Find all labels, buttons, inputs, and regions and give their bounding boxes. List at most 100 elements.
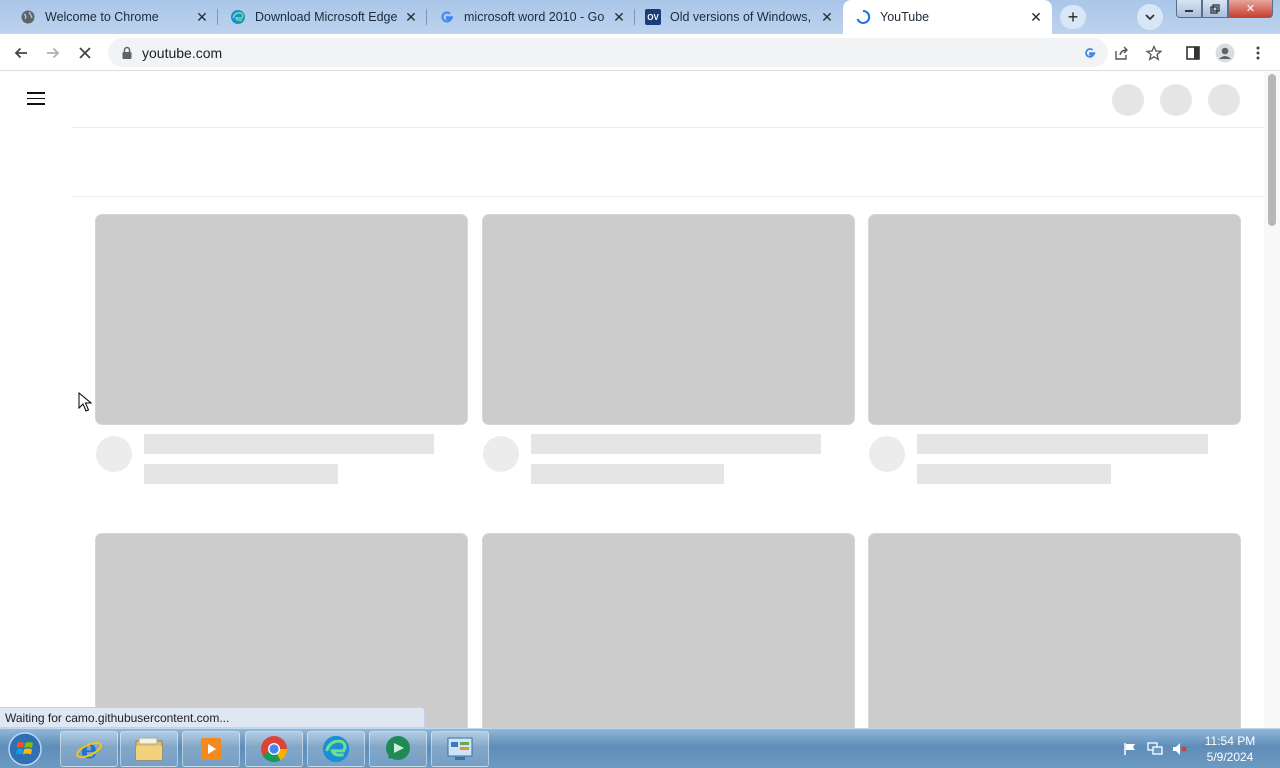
windows-start-icon [8,732,42,766]
avatar-icon [1215,43,1235,63]
tab-title: YouTube [880,10,930,24]
more-vert-icon [1256,46,1260,60]
menu-icon[interactable] [24,88,48,108]
bookmark-button[interactable] [1141,40,1167,66]
back-button[interactable] [8,40,34,66]
stop-loading-button[interactable] [72,40,98,66]
google-icon [439,9,455,25]
scrollbar-thumb[interactable] [1268,74,1276,226]
channel-avatar-placeholder [96,436,132,472]
tab-title: Welcome to Chrome [45,10,159,24]
taskbar-edge[interactable] [307,731,365,767]
placeholder-icon-1 [1112,84,1144,116]
video-thumbnail-placeholder [483,215,854,424]
tab-search-button[interactable] [1137,4,1163,30]
ov-icon: OV [645,9,661,25]
tab-youtube[interactable]: YouTube ✕ [843,0,1052,34]
close-window-button[interactable]: ✕ [1228,0,1273,18]
close-tab-icon[interactable]: ✕ [403,9,419,25]
minimize-button[interactable] [1176,0,1202,18]
new-tab-button[interactable]: + [1060,5,1086,29]
clock-time: 11:54 PM [1204,734,1256,748]
status-bubble: Waiting for camo.githubusercontent.com..… [0,707,425,728]
chevron-down-icon [1145,14,1155,21]
meta-placeholder [144,464,338,484]
youtube-page [0,72,1280,728]
screen-recorder-icon [386,736,410,760]
taskbar-file-explorer[interactable] [120,731,178,767]
volume-muted-icon[interactable] [1172,741,1188,757]
taskbar-clock[interactable]: 11:54 PM 5/9/2024 [1198,733,1262,765]
video-thumbnail-placeholder [869,534,1240,728]
internet-explorer-icon: e [76,735,102,764]
edge-icon [322,735,350,763]
chrome-icon [261,736,288,763]
close-icon: ✕ [1245,3,1256,15]
svg-text:e: e [81,735,98,764]
side-panel-button[interactable] [1180,40,1206,66]
windows-taskbar: e 11:54 PM 5/9/2024 [0,728,1280,768]
lock-icon[interactable] [120,46,134,60]
chrome-menu-button[interactable] [1245,40,1271,66]
mouse-cursor-icon [78,392,92,412]
tab-strip: Welcome to Chrome ✕ Download Microsoft E… [0,0,1280,34]
tab-old-versions-of-windows[interactable]: OV Old versions of Windows, S ✕ [635,0,843,34]
control-panel-icon [447,737,473,760]
placeholder-icon-2 [1160,84,1192,116]
tab-title: Old versions of Windows, S [670,10,813,24]
meta-placeholder [531,464,724,484]
tab-microsoft-word-2010[interactable]: microsoft word 2010 - Goo ✕ [427,0,635,34]
video-thumbnail-placeholder [96,215,467,424]
side-panel-icon [1186,46,1200,60]
arrow-right-icon [47,47,60,59]
title-placeholder [144,434,434,454]
tab-title: microsoft word 2010 - Goo [464,10,605,24]
close-icon [79,47,91,59]
close-tab-icon[interactable]: ✕ [1028,9,1044,25]
network-icon[interactable] [1147,741,1163,757]
google-icon [1085,48,1096,58]
minimize-icon [1185,9,1193,12]
loading-spinner-icon [855,9,871,25]
plus-icon: + [1067,6,1079,27]
taskbar-media-player[interactable] [182,731,240,767]
clock-date: 5/9/2024 [1206,750,1254,764]
taskbar-chrome[interactable] [245,731,303,767]
forward-button[interactable] [40,40,66,66]
url-text: youtube.com [142,44,223,61]
share-button[interactable] [1109,40,1135,66]
profile-button[interactable] [1212,40,1238,66]
tab-welcome-to-chrome[interactable]: Welcome to Chrome ✕ [0,0,218,34]
browser-toolbar: youtube.com [0,34,1280,71]
title-placeholder [917,434,1208,454]
title-placeholder [531,434,821,454]
video-thumbnail-placeholder [483,534,854,728]
action-center-flag-icon[interactable] [1122,741,1138,757]
google-lens-button[interactable] [1077,40,1103,66]
channel-avatar-placeholder [483,436,519,472]
meta-placeholder [917,464,1111,484]
globe-icon [20,9,36,25]
restore-icon [1210,3,1220,14]
address-bar[interactable]: youtube.com [108,38,1108,67]
channel-avatar-placeholder [869,436,905,472]
close-tab-icon[interactable]: ✕ [819,9,835,25]
start-button[interactable] [3,730,47,768]
star-icon [1146,45,1162,61]
tab-download-microsoft-edge[interactable]: Download Microsoft Edge ✕ [218,0,427,34]
taskbar-internet-explorer[interactable]: e [60,731,118,767]
video-thumbnail-placeholder [869,215,1240,424]
video-thumbnail-placeholder [96,534,467,728]
close-tab-icon[interactable]: ✕ [611,9,627,25]
tab-title: Download Microsoft Edge [255,10,397,24]
placeholder-avatar [1208,84,1240,116]
close-tab-icon[interactable]: ✕ [194,9,210,25]
file-explorer-icon [135,737,163,761]
page-scrollbar[interactable] [1264,72,1280,728]
arrow-left-icon [14,47,27,59]
media-player-icon [201,738,221,760]
taskbar-screen-recorder[interactable] [369,731,427,767]
restore-button[interactable] [1202,0,1228,18]
taskbar-control-panel[interactable] [431,731,489,767]
edge-icon [230,9,246,25]
